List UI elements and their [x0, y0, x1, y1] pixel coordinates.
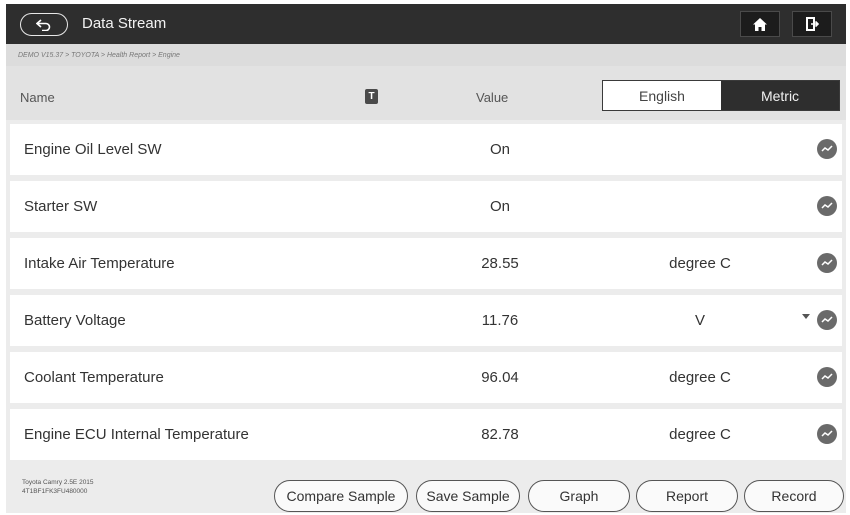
text-size-icon[interactable]: T	[365, 89, 378, 104]
report-button[interactable]: Report	[636, 480, 738, 512]
row-name: Engine Oil Level SW	[24, 141, 162, 158]
graph-icon[interactable]	[817, 424, 837, 444]
back-arrow-icon	[36, 18, 51, 31]
row-value: 82.78	[481, 426, 519, 443]
row-unit: degree C	[669, 369, 731, 386]
row-unit: degree C	[669, 255, 731, 272]
table-row[interactable]: Engine Oil Level SW On	[10, 124, 842, 175]
vehicle-model: Toyota Camry 2.5E 2015	[22, 479, 94, 486]
dropdown-caret-icon[interactable]	[802, 314, 810, 319]
exit-icon	[805, 17, 819, 31]
row-value: 28.55	[481, 255, 519, 272]
graph-icon[interactable]	[817, 367, 837, 387]
row-name: Intake Air Temperature	[24, 255, 175, 272]
page-title: Data Stream	[82, 15, 167, 32]
row-name: Battery Voltage	[24, 312, 126, 329]
compare-sample-button[interactable]: Compare Sample	[274, 480, 408, 512]
vehicle-info: Toyota Camry 2.5E 2015 4T1BF1FK3FU480000	[22, 478, 94, 496]
row-name: Starter SW	[24, 198, 98, 215]
row-value: 96.04	[481, 369, 519, 386]
table-header: Name T Value English Metric	[6, 66, 846, 120]
table-row[interactable]: Intake Air Temperature 28.55 degree C	[10, 238, 842, 289]
name-column-header: Name	[20, 90, 55, 105]
graph-button[interactable]: Graph	[528, 480, 630, 512]
row-unit: V	[694, 312, 705, 329]
home-button[interactable]	[740, 11, 780, 37]
row-unit: degree C	[669, 426, 731, 443]
table-row[interactable]: Engine ECU Internal Temperature 82.78 de…	[10, 409, 842, 460]
table-row[interactable]: Coolant Temperature 96.04 degree C	[10, 352, 842, 403]
graph-icon[interactable]	[817, 310, 837, 330]
record-button[interactable]: Record	[744, 480, 844, 512]
table-row[interactable]: Battery Voltage 11.76 V	[10, 295, 842, 346]
app-frame: Data Stream DEMO V15.37 > TOYOTA > Healt…	[6, 4, 846, 513]
row-value: On	[489, 198, 510, 215]
exit-button[interactable]	[792, 11, 832, 37]
footer-bar: Toyota Camry 2.5E 2015 4T1BF1FK3FU480000…	[6, 466, 846, 513]
top-bar: Data Stream	[6, 4, 846, 44]
back-button[interactable]	[20, 13, 68, 36]
row-value: On	[489, 141, 510, 158]
home-icon	[753, 17, 767, 31]
english-unit-button[interactable]: English	[603, 81, 721, 110]
breadcrumb: DEMO V15.37 > TOYOTA > Health Report > E…	[6, 44, 846, 66]
row-value: 11.76	[481, 312, 519, 329]
save-sample-button[interactable]: Save Sample	[416, 480, 520, 512]
value-column-header: Value	[476, 90, 509, 105]
graph-icon[interactable]	[817, 139, 837, 159]
row-name: Engine ECU Internal Temperature	[24, 426, 249, 443]
row-name: Coolant Temperature	[24, 369, 164, 386]
unit-toggle: English Metric	[602, 80, 840, 111]
graph-icon[interactable]	[817, 196, 837, 216]
table-row[interactable]: Starter SW On	[10, 181, 842, 232]
vehicle-vin: 4T1BF1FK3FU480000	[22, 488, 88, 495]
metric-unit-button[interactable]: Metric	[721, 81, 839, 110]
graph-icon[interactable]	[817, 253, 837, 273]
